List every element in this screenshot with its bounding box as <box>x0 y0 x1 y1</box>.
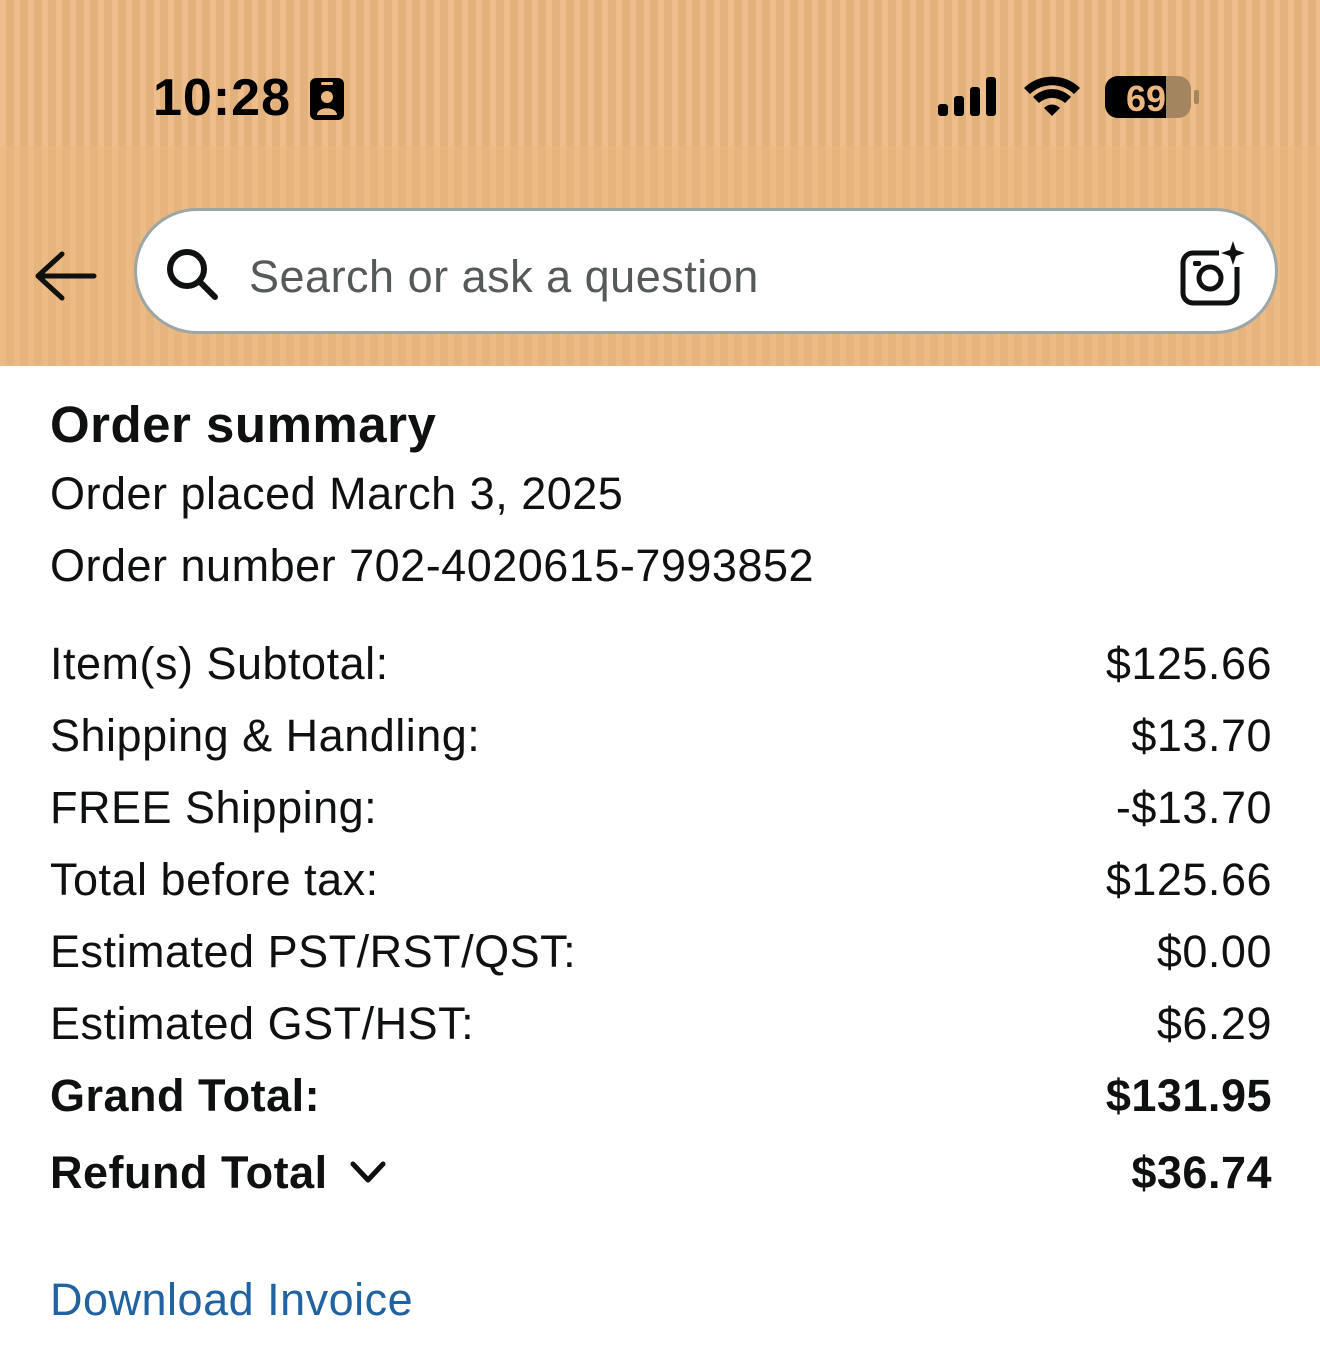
line-value: $125.66 <box>1105 854 1272 905</box>
line-label: Estimated GST/HST: <box>50 998 475 1049</box>
line-label: Total before tax: <box>50 854 379 905</box>
shipping-row: Shipping & Handling: $13.70 <box>50 700 1272 772</box>
line-label: FREE Shipping: <box>50 782 378 833</box>
contact-card-icon <box>310 78 344 120</box>
gst-row: Estimated GST/HST: $6.29 <box>50 988 1272 1060</box>
line-label: Grand Total: <box>50 1070 321 1121</box>
line-value: $6.29 <box>1156 998 1272 1049</box>
chevron-down-icon <box>350 1161 386 1183</box>
order-placed-date: Order placed March 3, 2025 <box>50 468 624 519</box>
line-value: $13.70 <box>1131 710 1272 761</box>
camera-sparkle-icon[interactable] <box>1179 239 1247 307</box>
subtotal-row: Item(s) Subtotal: $125.66 <box>50 628 1272 700</box>
back-arrow-icon[interactable] <box>34 250 98 302</box>
free-shipping-row: FREE Shipping: -$13.70 <box>50 772 1272 844</box>
refund-toggle[interactable]: Refund Total <box>50 1147 388 1199</box>
total-before-tax-row: Total before tax: $125.66 <box>50 844 1272 916</box>
refund-total-row[interactable]: Refund Total $36.74 <box>50 1132 1272 1214</box>
signal-bars-icon <box>938 77 996 116</box>
grand-total-row: Grand Total: $131.95 <box>50 1060 1272 1132</box>
page-title: Order summary <box>50 396 437 453</box>
order-summary-section: Order summary Order placed March 3, 2025… <box>50 392 1272 1326</box>
search-icon <box>167 249 218 300</box>
line-value: -$13.70 <box>1115 782 1272 833</box>
refund-label: Refund Total <box>50 1147 328 1198</box>
search-bar[interactable]: Search or ask a question <box>134 208 1278 334</box>
search-row: Search or ask a question <box>0 207 1320 339</box>
search-input[interactable]: Search or ask a question <box>249 251 759 303</box>
download-invoice-link[interactable]: Download Invoice <box>50 1274 413 1326</box>
status-time: 10:28 <box>153 69 291 127</box>
wifi-icon <box>1024 76 1080 116</box>
line-label: Item(s) Subtotal: <box>50 638 389 689</box>
line-label: Shipping & Handling: <box>50 710 481 761</box>
battery-level-text: 69 <box>1126 78 1166 119</box>
line-label: Estimated PST/RST/QST: <box>50 926 577 977</box>
status-cluster: 69 <box>938 76 1199 119</box>
price-breakdown: Item(s) Subtotal: $125.66 Shipping & Han… <box>50 628 1272 1214</box>
status-icons: 69 <box>936 74 1206 120</box>
battery-icon: 69 <box>1105 76 1199 119</box>
pst-row: Estimated PST/RST/QST: $0.00 <box>50 916 1272 988</box>
line-value: $0.00 <box>1156 926 1272 977</box>
order-number: Order number 702-4020615-7993852 <box>50 540 815 591</box>
refund-value: $36.74 <box>1131 1147 1272 1198</box>
line-value: $125.66 <box>1105 638 1272 689</box>
line-value: $131.95 <box>1105 1070 1272 1121</box>
